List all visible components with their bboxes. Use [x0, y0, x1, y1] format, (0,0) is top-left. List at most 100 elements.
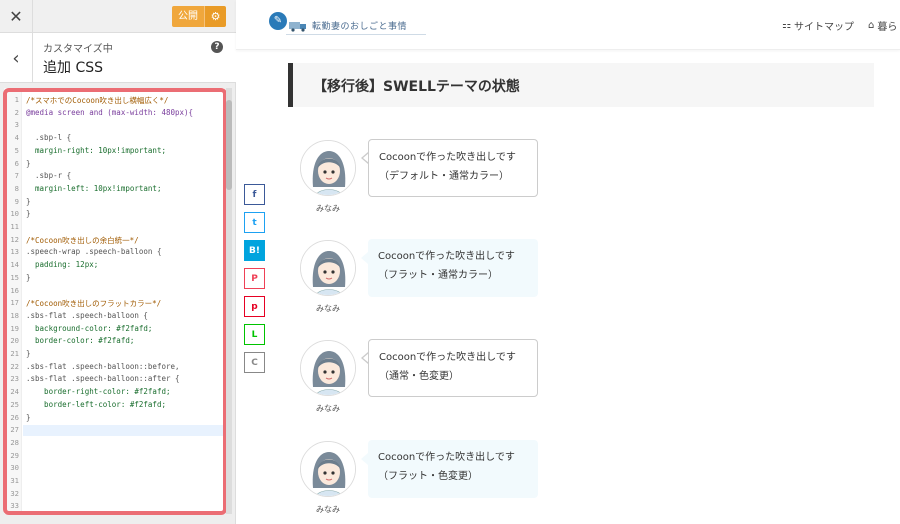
house-icon: ⌂	[868, 20, 875, 31]
css-code-editor[interactable]: 1 2 3 4 5 6 7 8 9 10 11 12 13 14 15 16 17 18 19 20 21 22 23 24 2…	[4, 88, 224, 514]
line-number: 15	[10, 272, 19, 282]
line-number: 22	[10, 361, 19, 371]
line-number: 29	[10, 450, 19, 460]
facebook-share-icon[interactable]: f	[244, 184, 265, 205]
code-line[interactable]: border-left-color: #f2fafd;	[26, 400, 166, 409]
line-number: 21	[10, 349, 19, 358]
line-number: 27	[10, 425, 19, 435]
gear-icon[interactable]: ⚙	[204, 6, 226, 27]
line-number: 1	[14, 95, 19, 104]
code-line[interactable]: .sbp-l {	[26, 133, 71, 142]
pocket-share-icon[interactable]: P	[244, 268, 265, 289]
pencil-icon: ✎	[269, 12, 287, 30]
line-number: 28	[10, 437, 19, 447]
code-line[interactable]: }	[26, 197, 31, 206]
line-number: 9	[14, 196, 19, 206]
code-line[interactable]: /*Cocoon吹き出しのフラットカラー*/	[26, 298, 161, 309]
help-icon[interactable]: ?	[211, 41, 223, 53]
heading-text: 【移行後】SWELLテーマの状態	[313, 79, 520, 95]
line-number: 2	[14, 107, 19, 117]
line-number: 25	[10, 399, 19, 409]
code-line[interactable]: /*Cocoon吹き出しの余白統一*/	[26, 235, 139, 246]
line-number: 23	[10, 374, 19, 384]
code-line[interactable]: margin-right: 10px!important;	[26, 146, 166, 155]
line-number: 20	[10, 336, 19, 346]
site-logo-text[interactable]: 転勤妻のおしごと事情	[312, 19, 407, 32]
line-number: 3	[14, 120, 19, 130]
logo-underline	[286, 34, 426, 35]
avatar-name: みなみ	[316, 505, 340, 514]
site-preview: ✎ 転勤妻のおしごと事情 ⚏ サイトマップ ⌂ 暮ら 【移行後】SWELLテーマ…	[236, 0, 900, 524]
twitter-share-icon[interactable]: t	[244, 212, 265, 233]
line-number: 17	[10, 298, 19, 308]
line-share-icon[interactable]: L	[244, 324, 265, 345]
balloon-line-2: （通常・色変更）	[379, 371, 459, 382]
balloon-line-1: Cocoonで作った吹き出しです	[379, 352, 516, 363]
avatar	[300, 340, 356, 396]
code-line[interactable]: .sbp-r {	[26, 171, 71, 180]
line-number: 24	[10, 387, 19, 397]
balloon-line-1: Cocoonで作った吹き出しです	[378, 452, 515, 463]
line-number: 26	[10, 412, 19, 422]
nav-item-other[interactable]: ⌂ 暮ら	[868, 18, 897, 33]
code-line[interactable]: }	[26, 273, 31, 282]
breadcrumb: カスタマイズ中	[43, 44, 113, 55]
line-number: 13	[10, 247, 19, 257]
line-number: 19	[10, 323, 19, 333]
balloon-tail	[361, 152, 369, 164]
code-line[interactable]: border-color: #f2fafd;	[26, 336, 134, 345]
line-number: 30	[10, 463, 19, 473]
publish-button[interactable]: 公開	[172, 6, 204, 27]
sitemap-icon: ⚏	[782, 20, 791, 31]
code-line[interactable]: @media screen and (max-width: 480px){	[26, 108, 193, 117]
back-icon[interactable]: ‹	[0, 33, 33, 83]
code-line[interactable]: }	[26, 413, 31, 422]
balloon-line-2: （フラット・通常カラー）	[378, 270, 498, 281]
line-number: 4	[14, 133, 19, 143]
code-line[interactable]: margin-left: 10px!important;	[26, 184, 161, 193]
code-line[interactable]: }	[26, 159, 31, 168]
line-number: 7	[14, 171, 19, 181]
line-number: 8	[14, 183, 19, 193]
code-line[interactable]: padding: 12px;	[26, 260, 98, 269]
copy-link-icon[interactable]: C	[244, 352, 265, 373]
line-number: 31	[10, 476, 19, 485]
balloon-tail	[361, 352, 369, 364]
avatar-name: みなみ	[316, 304, 340, 313]
avatar	[300, 140, 356, 196]
balloon-line-1: Cocoonで作った吹き出しです	[379, 152, 516, 163]
active-line-highlight	[23, 425, 224, 437]
customizer-sidebar: ✕ 公開 ⚙ ‹ カスタマイズ中 追加 CSS ? 1 2 3 4 5 6 7 8 9 10 11 1…	[0, 0, 236, 524]
code-line[interactable]: }	[26, 209, 31, 218]
line-number: 12	[10, 234, 19, 244]
avatar	[300, 240, 356, 296]
code-line[interactable]: .sbs-flat .speech-balloon::before,	[26, 362, 180, 371]
speech-balloon: Cocoonで作った吹き出しです （通常・色変更）	[368, 339, 538, 397]
line-number: 5	[14, 145, 19, 155]
avatar	[300, 441, 356, 497]
code-line[interactable]: /*スマホでのCocoon吹き出し横幅広く*/	[26, 95, 168, 106]
code-line[interactable]: }	[26, 349, 31, 358]
line-number: 6	[14, 158, 19, 168]
code-line[interactable]: .speech-wrap .speech-balloon {	[26, 247, 161, 256]
hatena-share-icon[interactable]: B!	[244, 240, 265, 261]
pinterest-share-icon[interactable]: p	[244, 296, 265, 317]
code-line[interactable]: .sbs-flat .speech-balloon::after {	[26, 374, 180, 383]
code-line[interactable]: border-right-color: #f2fafd;	[26, 387, 170, 396]
line-number: 18	[10, 310, 19, 320]
code-line[interactable]: background-color: #f2fafd;	[26, 324, 152, 333]
publish-group: 公開 ⚙	[172, 6, 226, 27]
article-heading: 【移行後】SWELLテーマの状態	[288, 63, 874, 107]
speech-balloon: Cocoonで作った吹き出しです （デフォルト・通常カラー）	[368, 139, 538, 197]
customizer-app: ✕ 公開 ⚙ ‹ カスタマイズ中 追加 CSS ? 1 2 3 4 5 6 7 8 9 10 11 1…	[0, 0, 900, 524]
close-icon[interactable]: ✕	[0, 0, 33, 33]
balloon-line-1: Cocoonで作った吹き出しです	[378, 251, 515, 262]
avatar-name: みなみ	[316, 404, 340, 413]
balloon-tail	[361, 453, 368, 465]
code-line[interactable]: .sbs-flat .speech-balloon {	[26, 311, 148, 320]
sidebar-scrollbar-thumb[interactable]	[226, 100, 232, 190]
line-number-gutter: 1 2 3 4 5 6 7 8 9 10 11 12 13 14 15 16 17 18 19 20 21 22 23 24 2…	[4, 88, 22, 514]
nav-sitemap[interactable]: ⚏ サイトマップ	[782, 18, 854, 33]
sidebar-topbar: ✕ 公開 ⚙	[0, 0, 236, 33]
nav-sitemap-label: サイトマップ	[793, 22, 854, 33]
